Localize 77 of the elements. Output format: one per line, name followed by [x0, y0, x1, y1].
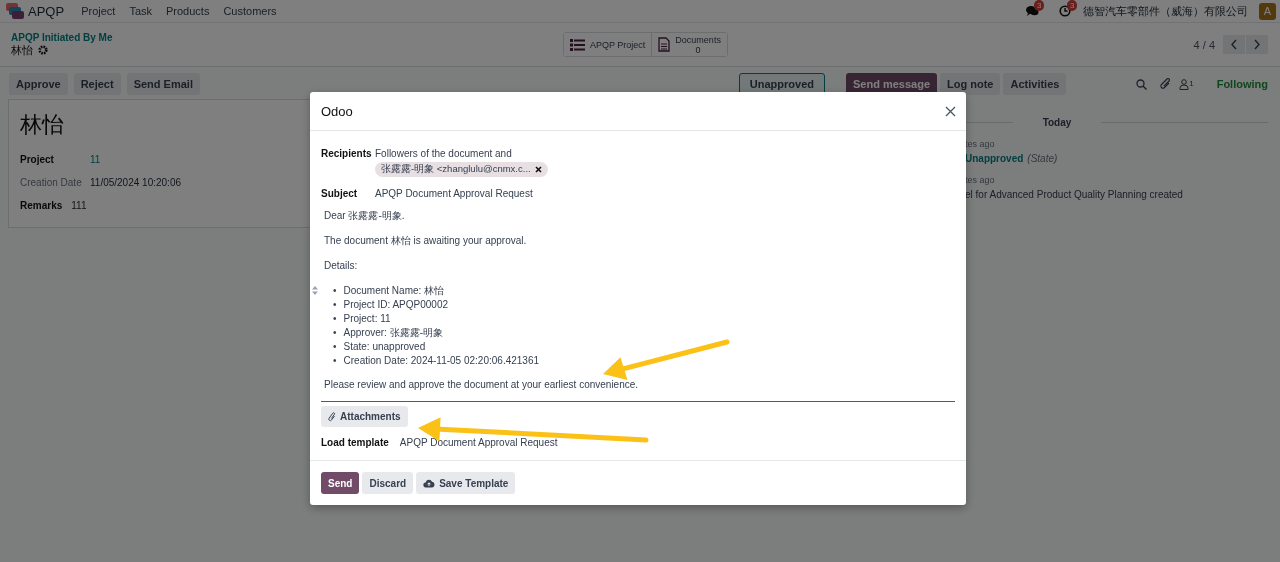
bullet: •: [333, 354, 337, 368]
paperclip-icon: [328, 411, 336, 422]
list-item: Document Name: 林怡: [343, 284, 445, 298]
message-paragraph: Please review and approve the document at your earliest convenience.: [324, 378, 640, 391]
company-name[interactable]: 德智汽车零部件（威海）有限公司: [1083, 3, 1248, 19]
list-item: Project ID: APQP00002: [343, 298, 449, 312]
action-button[interactable]: Send Email: [126, 73, 200, 95]
action-button[interactable]: Approve: [9, 73, 68, 95]
menu-item[interactable]: Project: [81, 5, 116, 17]
chevron-left-icon: [1230, 39, 1238, 50]
bullet: •: [333, 284, 337, 298]
clock-icon[interactable]: [1059, 5, 1071, 17]
message-paragraph: Details:: [324, 259, 359, 272]
chat-icon[interactable]: [1026, 5, 1039, 17]
user-avatar[interactable]: A: [1259, 2, 1276, 20]
app-name[interactable]: APQP: [28, 3, 65, 19]
drag-handle-icon[interactable]: [312, 286, 318, 295]
message-paragraph: The document 林怡 is awaiting your approval.: [324, 234, 528, 247]
pager-text: 4 / 4: [1193, 38, 1215, 51]
paperclip-icon[interactable]: [1160, 78, 1172, 90]
list-item: State: unapproved: [343, 340, 426, 354]
send-button[interactable]: Send: [321, 472, 360, 494]
recipients-text: Followers of the document and: [375, 148, 513, 159]
dialog-title: Odoo: [321, 103, 354, 119]
breadcrumb-link[interactable]: APQP Initiated By Me: [11, 31, 563, 43]
close-icon[interactable]: [534, 166, 542, 173]
notification-badge: 3: [1067, 0, 1078, 11]
chatter-tab[interactable]: Activities: [1003, 73, 1067, 95]
search-icon[interactable]: [1136, 78, 1148, 90]
gear-icon[interactable]: [38, 45, 48, 55]
discard-button[interactable]: Discard: [362, 472, 414, 494]
bullet: •: [333, 340, 337, 354]
field-label: Load template: [321, 437, 389, 448]
cloud-upload-icon: [423, 478, 436, 488]
field-label: Recipients: [321, 148, 373, 161]
previous-button[interactable]: [1223, 35, 1245, 54]
attachments-button[interactable]: Attachments: [321, 406, 408, 427]
field-label: Subject: [321, 188, 359, 199]
list-item: Project: 11: [343, 312, 391, 326]
chevron-right-icon: [1253, 39, 1261, 50]
smart-button[interactable]: Documents 0: [651, 33, 727, 56]
document-icon: [658, 37, 671, 52]
menu-item[interactable]: Customers: [223, 5, 277, 17]
bullet: •: [333, 326, 337, 340]
followers-button[interactable]: 1: [1179, 78, 1194, 90]
action-button[interactable]: Reject: [73, 73, 121, 95]
chatter-tab[interactable]: Send message: [846, 73, 938, 95]
field-value[interactable]: 11: [90, 154, 101, 165]
follow-button[interactable]: Following: [1216, 78, 1268, 90]
field-label: Remarks: [20, 200, 63, 211]
subject-field[interactable]: APQP Document Approval Request: [375, 188, 533, 199]
next-button[interactable]: [1246, 35, 1268, 54]
field-label: Project: [20, 154, 55, 165]
record-title: 林怡: [20, 111, 64, 139]
tracking-value: Unapproved: [965, 153, 1024, 164]
message-time: tes ago: [965, 175, 996, 185]
chatter-tab[interactable]: Log note: [940, 73, 1001, 95]
date-separator: Today: [1042, 117, 1072, 128]
recipient-tag[interactable]: 张露露-明象 <zhanglulu@cnmx.c...: [375, 162, 548, 177]
record-name: 林怡: [11, 43, 33, 58]
list-item: Creation Date: 2024-11-05 02:20:06.421361: [343, 354, 540, 368]
close-icon[interactable]: [945, 105, 956, 117]
save-template-button[interactable]: Save Template: [416, 472, 516, 494]
bullet: •: [333, 298, 337, 312]
menu-item[interactable]: Task: [129, 5, 152, 17]
bullet: •: [333, 312, 337, 326]
message-paragraph: Dear 张露露-明象.: [324, 209, 406, 222]
menu-item[interactable]: Products: [166, 5, 210, 17]
list-icon: [570, 38, 585, 51]
template-field[interactable]: APQP Document Approval Request: [399, 437, 558, 448]
field-label: Creation Date: [20, 177, 83, 188]
list-item: Approver: 张露露-明象: [343, 326, 443, 340]
message-time: tes ago: [965, 139, 996, 149]
tracking-field: (State): [1027, 153, 1058, 164]
logo-icon[interactable]: [6, 2, 24, 20]
status-button[interactable]: Unapproved: [738, 73, 825, 95]
notification-badge: 3: [1034, 0, 1045, 11]
